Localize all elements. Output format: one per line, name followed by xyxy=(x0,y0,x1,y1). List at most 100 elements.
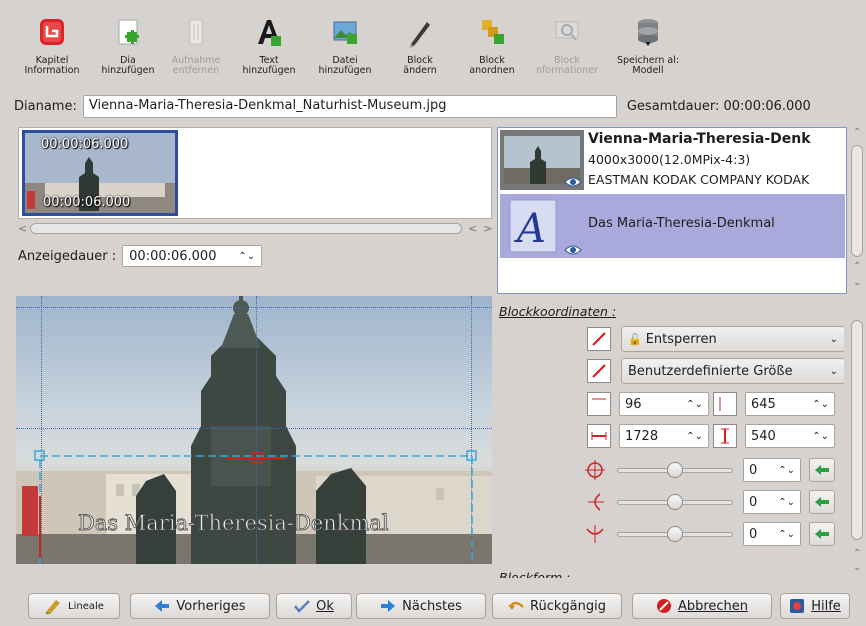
y-rotation-slider[interactable] xyxy=(617,522,733,546)
width-spinbox[interactable]: 1728 ⌃⌄ xyxy=(619,424,709,448)
reset-rotation-button[interactable] xyxy=(809,458,835,482)
scrollbar-thumb[interactable] xyxy=(30,222,462,234)
link-ratio-icon[interactable] xyxy=(587,327,611,351)
reset-y-rotation-button[interactable] xyxy=(809,522,835,546)
dialog-button-bar: Lineale Vorheriges Ok Nächstes Rückgängi… xyxy=(0,593,866,619)
visibility-eye-icon[interactable] xyxy=(564,244,582,256)
unlock-icon: 🔓 xyxy=(628,332,642,346)
visibility-eye-icon[interactable] xyxy=(564,176,582,188)
y-rotation-spinbox[interactable]: 0 ⌃⌄ xyxy=(743,522,801,546)
block-list-scrollbar[interactable]: ⌃ ⌃ ⌄ xyxy=(849,127,865,294)
ok-button[interactable]: Ok xyxy=(276,593,352,619)
reset-x-rotation-button[interactable] xyxy=(809,490,835,514)
thumbnail-scrollbar[interactable]: < < > xyxy=(18,220,492,236)
spin-updown-icon[interactable]: ⌃⌄ xyxy=(812,399,829,410)
spin-updown-icon[interactable]: ⌃⌄ xyxy=(812,431,829,442)
block-information-button[interactable]: Block nformationer xyxy=(526,10,608,88)
scroll-left-icon[interactable]: < xyxy=(18,222,27,235)
undo-button[interactable]: Rückgängig xyxy=(492,593,622,619)
add-file-button[interactable]: Datei hinzufügen xyxy=(308,10,382,88)
arrange-blocks-button[interactable]: Block anordnen xyxy=(458,10,526,88)
block-title-image: Vienna-Maria-Theresia-Denk xyxy=(588,131,811,147)
scroll-up-icon[interactable]: ⌃ xyxy=(853,127,861,138)
dimension-row: 1728 ⌃⌄ 540 ⌃⌄ xyxy=(587,424,835,448)
display-duration-spinbox[interactable]: 00:00:06.000 ⌃⌄ xyxy=(122,245,263,267)
thumbnail-duration-bottom: 00:00:06.000 xyxy=(43,195,131,210)
edit-block-button[interactable]: Block ändern xyxy=(382,10,458,88)
spin-updown-icon[interactable]: ⌃⌄ xyxy=(238,251,255,262)
slider-knob[interactable] xyxy=(667,494,683,510)
position-y-value: 645 xyxy=(751,396,776,412)
spin-updown-icon[interactable]: ⌃⌄ xyxy=(778,529,795,540)
scroll-up-icon[interactable]: ⌃ xyxy=(853,261,861,272)
scrollbar-thumb[interactable] xyxy=(851,145,863,257)
svg-text:A: A xyxy=(513,206,546,252)
rotation-row: 0 ⌃⌄ xyxy=(583,458,835,482)
toolbar: Kapitel Information Dia hinzufügen Aufna… xyxy=(10,10,736,88)
height-spinbox[interactable]: 540 ⌃⌄ xyxy=(745,424,835,448)
save-as-model-button[interactable]: Speichern al: Modell xyxy=(608,10,688,88)
next-button[interactable]: Nächstes xyxy=(356,593,486,619)
reset-arrow-icon xyxy=(815,529,829,539)
y-rotation-value: 0 xyxy=(749,526,758,542)
ruler-icon xyxy=(46,600,61,614)
spin-updown-icon[interactable]: ⌃⌄ xyxy=(778,497,795,508)
scroll-up-icon[interactable]: ⌃ xyxy=(853,548,861,559)
scroll-down-icon[interactable]: ⌄ xyxy=(853,562,861,573)
scroll-right-icon[interactable]: > xyxy=(483,222,492,235)
remove-shot-button[interactable]: Aufnahme entfernen xyxy=(162,10,230,88)
block-image-resolution: 4000x3000(12.0MPix-4:3) xyxy=(588,152,751,167)
help-icon xyxy=(790,599,805,613)
remove-shot-icon xyxy=(181,16,211,50)
scroll-left-arrow-icon[interactable]: < xyxy=(468,222,477,235)
x-rotation-slider[interactable] xyxy=(617,490,733,514)
add-slide-button[interactable]: Dia hinzufügen xyxy=(94,10,162,88)
size-row: Benutzerdefinierte Größe ⌄ xyxy=(587,358,844,384)
slide-preview-canvas[interactable]: Das Maria-Theresia-Denkmal xyxy=(16,296,492,564)
block-item-text[interactable]: A Das Maria-Theresia-Denkmal xyxy=(500,194,845,258)
slide-name-input[interactable]: Vienna-Maria-Theresia-Denkmal_Naturhist-… xyxy=(82,94,617,118)
rotation-slider[interactable] xyxy=(617,458,733,482)
chevron-down-icon: ⌄ xyxy=(829,365,838,377)
display-duration-label: Anzeigedauer : xyxy=(18,248,117,264)
width-value: 1728 xyxy=(625,428,659,444)
spin-updown-icon[interactable]: ⌃⌄ xyxy=(686,399,703,410)
add-text-button[interactable]: Text hinzufügen xyxy=(230,10,308,88)
size-combo[interactable]: Benutzerdefinierte Größe ⌄ xyxy=(621,358,844,384)
undo-icon xyxy=(508,601,524,610)
add-slide-icon xyxy=(113,16,143,50)
position-row: 96 ⌃⌄ 645 ⌃⌄ xyxy=(587,392,835,416)
display-duration-value: 00:00:06.000 xyxy=(129,248,217,264)
previous-button[interactable]: Vorheriges xyxy=(130,593,270,619)
slider-knob[interactable] xyxy=(667,526,683,542)
block-item-image[interactable]: Vienna-Maria-Theresia-Denk 4000x3000(12.… xyxy=(500,130,845,192)
slide-name-row: Dianame: Vienna-Maria-Theresia-Denkmal_N… xyxy=(14,94,864,118)
chapter-information-button[interactable]: Kapitel Information xyxy=(10,10,94,88)
position-x-value: 96 xyxy=(625,396,642,412)
height-value: 540 xyxy=(751,428,776,444)
x-rotation-spinbox[interactable]: 0 ⌃⌄ xyxy=(743,490,801,514)
arrow-left-icon xyxy=(155,600,170,612)
block-shape-section-title[interactable]: Blockform : xyxy=(499,570,570,578)
spin-updown-icon[interactable]: ⌃⌄ xyxy=(686,431,703,442)
scrollbar-thumb[interactable] xyxy=(851,320,863,540)
help-button[interactable]: Hilfe xyxy=(780,593,850,619)
slider-knob[interactable] xyxy=(667,462,683,478)
lock-ratio-combo[interactable]: 🔓 Entsperren ⌄ xyxy=(621,326,844,352)
cancel-button[interactable]: Abbrechen xyxy=(632,593,772,619)
x-rotation-row: 0 ⌃⌄ xyxy=(583,490,835,514)
position-y-spinbox[interactable]: 645 ⌃⌄ xyxy=(745,392,835,416)
spin-updown-icon[interactable]: ⌃⌄ xyxy=(778,465,795,476)
rulers-button[interactable]: Lineale xyxy=(28,593,120,619)
rotation-spinbox[interactable]: 0 ⌃⌄ xyxy=(743,458,801,482)
cancel-icon xyxy=(656,599,671,613)
rotation-value: 0 xyxy=(749,462,758,478)
size-mode-icon[interactable] xyxy=(587,359,611,383)
scroll-down-icon[interactable]: ⌄ xyxy=(853,277,861,288)
position-x-spinbox[interactable]: 96 ⌃⌄ xyxy=(619,392,709,416)
y-rotation-row: 0 ⌃⌄ xyxy=(583,522,835,546)
coordinates-scrollbar[interactable]: ⌃ ⌄ xyxy=(849,300,865,580)
thumbnail-strip: 00:00:06.000 00:00:06.000 xyxy=(18,127,492,219)
slide-thumbnail[interactable]: 00:00:06.000 00:00:06.000 xyxy=(22,130,178,216)
width-icon xyxy=(587,424,611,448)
